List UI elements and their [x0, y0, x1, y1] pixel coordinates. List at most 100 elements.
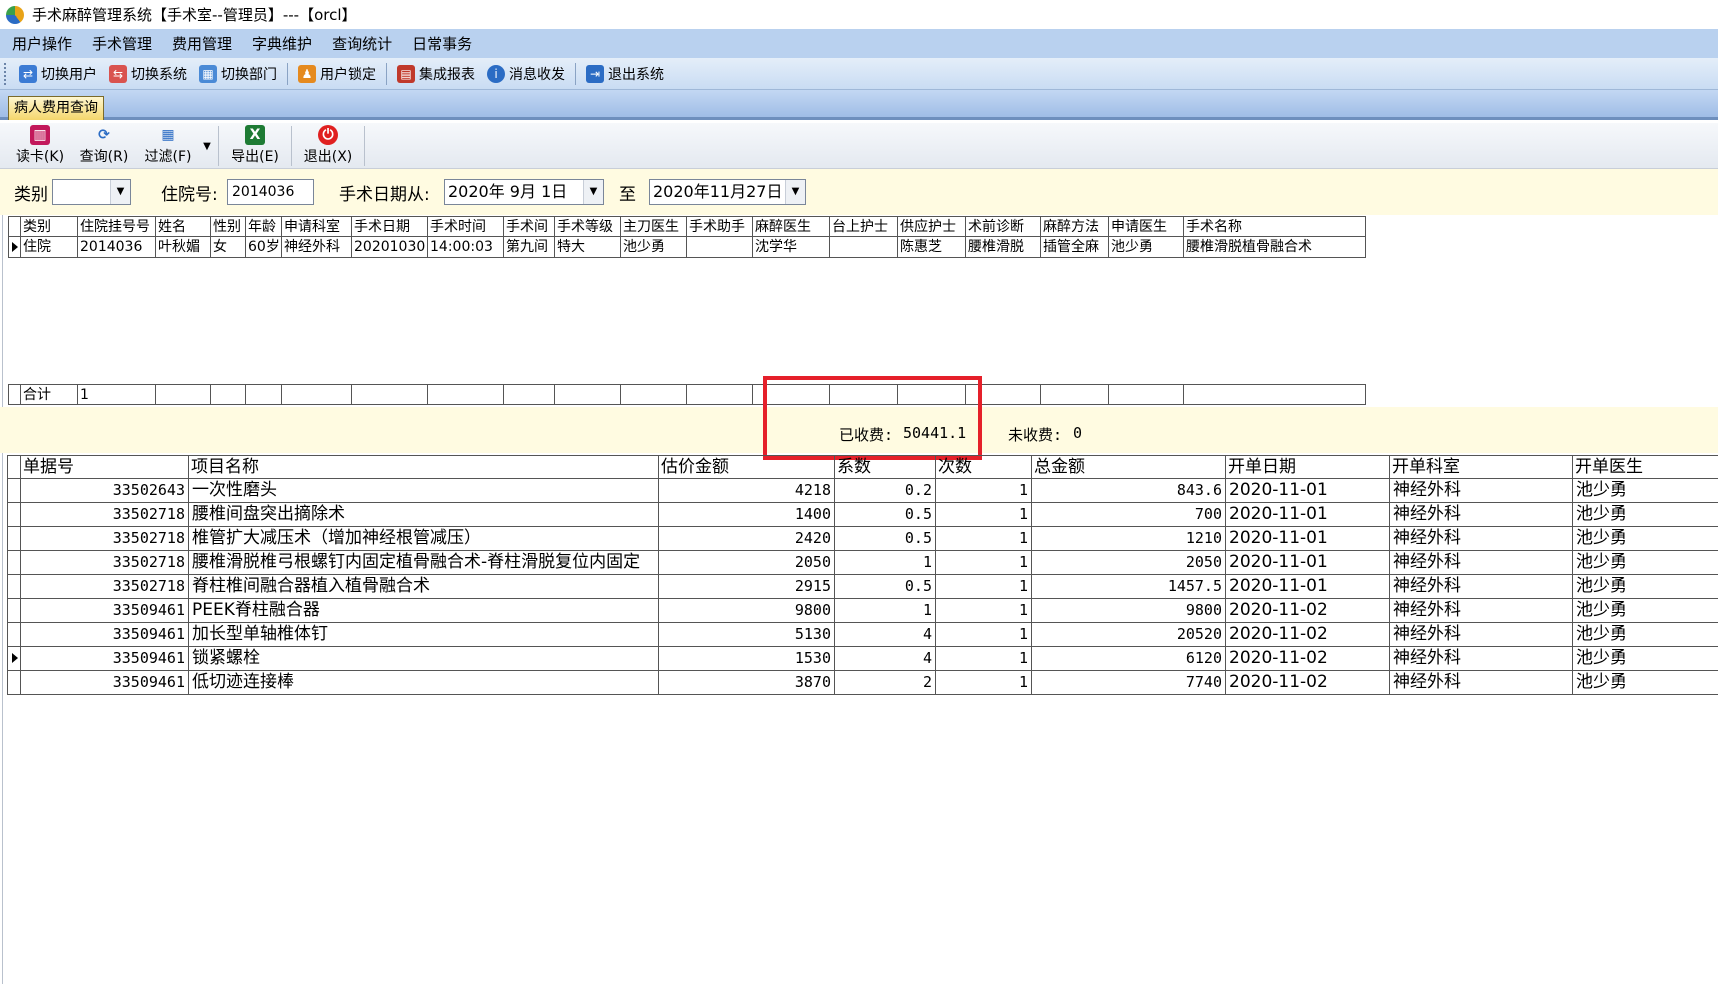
- cell[interactable]: 叶秋媚: [156, 237, 211, 258]
- item-name-cell[interactable]: 锁紧螺栓: [189, 647, 659, 671]
- table-row[interactable]: 33502718 腰椎间盘突出摘除术 1400 0.5 1 700 2020-11-01 神经…: [7, 503, 1718, 527]
- menu-query-stats[interactable]: 查询统计: [324, 33, 400, 54]
- coefficient-cell[interactable]: 4: [835, 623, 936, 647]
- estimated-amount-cell[interactable]: 4218: [659, 479, 835, 503]
- column-header[interactable]: 手术名称: [1184, 216, 1366, 237]
- switch-user-button[interactable]: ⇄ 切换用户: [13, 61, 103, 87]
- times-cell[interactable]: 1: [936, 479, 1032, 503]
- cell[interactable]: 住院: [21, 237, 78, 258]
- column-header[interactable]: 单据号: [21, 455, 189, 479]
- cell[interactable]: 2014036: [78, 237, 156, 258]
- bill-doctor-cell[interactable]: 池少勇: [1573, 479, 1718, 503]
- switch-system-button[interactable]: ⇆ 切换系统: [103, 61, 193, 87]
- total-amount-cell[interactable]: 1457.5: [1032, 575, 1226, 599]
- bill-date-cell[interactable]: 2020-11-02: [1226, 647, 1390, 671]
- column-header[interactable]: 手术间: [504, 216, 555, 237]
- times-cell[interactable]: 1: [936, 599, 1032, 623]
- menu-surgery-mgmt[interactable]: 手术管理: [84, 33, 160, 54]
- bill-doctor-cell[interactable]: 池少勇: [1573, 575, 1718, 599]
- bill-no-cell[interactable]: 33509461: [21, 599, 189, 623]
- bill-dept-cell[interactable]: 神经外科: [1390, 623, 1573, 647]
- table-row[interactable]: 33502718 椎管扩大减压术（增加神经根管减压） 2420 0.5 1 1210 202…: [7, 527, 1718, 551]
- cell[interactable]: 腰椎滑脱: [966, 237, 1041, 258]
- item-name-cell[interactable]: 脊柱椎间融合器植入植骨融合术: [189, 575, 659, 599]
- cell[interactable]: 池少勇: [621, 237, 687, 258]
- bill-date-cell[interactable]: 2020-11-02: [1226, 671, 1390, 695]
- table-row[interactable]: 33502718 脊柱椎间融合器植入植骨融合术 2915 0.5 1 1457.5 2020…: [7, 575, 1718, 599]
- bill-dept-cell[interactable]: 神经外科: [1390, 575, 1573, 599]
- bill-date-cell[interactable]: 2020-11-01: [1226, 479, 1390, 503]
- admission-no-input[interactable]: 2014036: [227, 179, 314, 205]
- column-header[interactable]: 次数: [936, 455, 1032, 479]
- coefficient-cell[interactable]: 2: [835, 671, 936, 695]
- times-cell[interactable]: 1: [936, 503, 1032, 527]
- table-row[interactable]: 33509461 低切迹连接棒 3870 2 1 7740 2020-11-02 神经外科 池少…: [7, 671, 1718, 695]
- total-amount-cell[interactable]: 843.6: [1032, 479, 1226, 503]
- item-name-cell[interactable]: 椎管扩大减压术（增加神经根管减压）: [189, 527, 659, 551]
- cell[interactable]: 插管全麻: [1041, 237, 1109, 258]
- coefficient-cell[interactable]: 4: [835, 647, 936, 671]
- column-header[interactable]: 手术助手: [687, 216, 753, 237]
- bill-dept-cell[interactable]: 神经外科: [1390, 479, 1573, 503]
- item-name-cell[interactable]: 一次性磨头: [189, 479, 659, 503]
- bill-no-cell[interactable]: 33509461: [21, 647, 189, 671]
- menu-dictionary[interactable]: 字典维护: [244, 33, 320, 54]
- times-cell[interactable]: 1: [936, 575, 1032, 599]
- cell[interactable]: 特大: [555, 237, 621, 258]
- date-to-picker[interactable]: 2020年11月27日 ▼: [649, 179, 806, 205]
- cell[interactable]: [830, 237, 898, 258]
- query-button[interactable]: ⟳ 查询(R): [72, 124, 136, 168]
- bill-no-cell[interactable]: 33502718: [21, 575, 189, 599]
- coefficient-cell[interactable]: 1: [835, 599, 936, 623]
- cell[interactable]: 女: [211, 237, 246, 258]
- bill-date-cell[interactable]: 2020-11-01: [1226, 551, 1390, 575]
- column-header[interactable]: 申请医生: [1109, 216, 1184, 237]
- estimated-amount-cell[interactable]: 2915: [659, 575, 835, 599]
- column-header[interactable]: 术前诊断: [966, 216, 1041, 237]
- item-name-cell[interactable]: PEEK脊柱融合器: [189, 599, 659, 623]
- column-header[interactable]: 开单科室: [1390, 455, 1573, 479]
- column-header[interactable]: 类别: [21, 216, 78, 237]
- column-header[interactable]: 开单日期: [1226, 455, 1390, 479]
- column-header[interactable]: 手术时间: [428, 216, 504, 237]
- coefficient-cell[interactable]: 0.5: [835, 503, 936, 527]
- exit-button[interactable]: ⏻ 退出(X): [296, 124, 360, 168]
- estimated-amount-cell[interactable]: 1530: [659, 647, 835, 671]
- bill-date-cell[interactable]: 2020-11-01: [1226, 527, 1390, 551]
- times-cell[interactable]: 1: [936, 623, 1032, 647]
- menu-daily-affairs[interactable]: 日常事务: [404, 33, 480, 54]
- total-amount-cell[interactable]: 2050: [1032, 551, 1226, 575]
- estimated-amount-cell[interactable]: 9800: [659, 599, 835, 623]
- bill-date-cell[interactable]: 2020-11-01: [1226, 503, 1390, 527]
- total-amount-cell[interactable]: 6120: [1032, 647, 1226, 671]
- chevron-down-icon[interactable]: ▼: [110, 180, 130, 204]
- menu-fee-mgmt[interactable]: 费用管理: [164, 33, 240, 54]
- times-cell[interactable]: 1: [936, 527, 1032, 551]
- column-header[interactable]: 总金额: [1032, 455, 1226, 479]
- column-header[interactable]: 供应护士: [898, 216, 966, 237]
- column-header[interactable]: 性别: [211, 216, 246, 237]
- bill-dept-cell[interactable]: 神经外科: [1390, 647, 1573, 671]
- total-amount-cell[interactable]: 1210: [1032, 527, 1226, 551]
- user-lock-button[interactable]: ♟ 用户锁定: [292, 61, 382, 87]
- column-header[interactable]: 麻醉方法: [1041, 216, 1109, 237]
- menu-user-ops[interactable]: 用户操作: [4, 33, 80, 54]
- cell[interactable]: 60岁: [246, 237, 282, 258]
- chevron-down-icon[interactable]: ▼: [583, 180, 603, 204]
- filter-button[interactable]: ▦ 过滤(F): [136, 124, 200, 168]
- bill-date-cell[interactable]: 2020-11-02: [1226, 623, 1390, 647]
- bill-no-cell[interactable]: 33509461: [21, 671, 189, 695]
- table-row[interactable]: 33509461 锁紧螺栓 1530 4 1 6120 2020-11-02 神经外科 池少勇: [7, 647, 1718, 671]
- tab-patient-fee-query[interactable]: 病人费用查询: [8, 96, 104, 120]
- bill-dept-cell[interactable]: 神经外科: [1390, 599, 1573, 623]
- cell[interactable]: 20201030: [352, 237, 428, 258]
- bill-dept-cell[interactable]: 神经外科: [1390, 671, 1573, 695]
- export-button[interactable]: X 导出(E): [223, 124, 287, 168]
- table-row[interactable]: 33502718 腰椎滑脱椎弓根螺钉内固定植骨融合术-脊柱滑脱复位内固定 2050 1…: [7, 551, 1718, 575]
- cell[interactable]: 神经外科: [282, 237, 352, 258]
- table-row[interactable]: 住院 2014036 叶秋媚 女 60岁 神经外科 20201030 14:00…: [8, 237, 1366, 258]
- bill-doctor-cell[interactable]: 池少勇: [1573, 647, 1718, 671]
- bill-doctor-cell[interactable]: 池少勇: [1573, 503, 1718, 527]
- bill-dept-cell[interactable]: 神经外科: [1390, 551, 1573, 575]
- bill-no-cell[interactable]: 33502718: [21, 503, 189, 527]
